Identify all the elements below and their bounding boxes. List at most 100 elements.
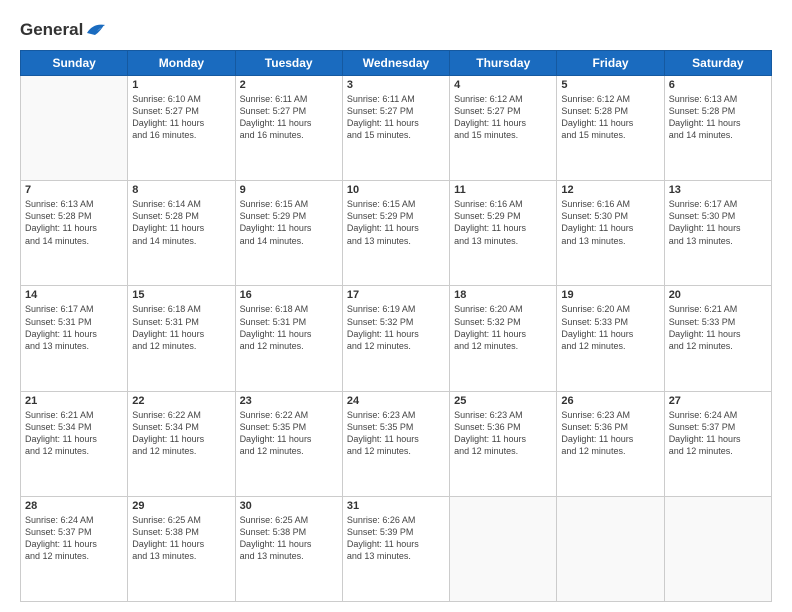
- calendar-cell: [21, 76, 128, 181]
- cell-info: Sunrise: 6:11 AMSunset: 5:27 PMDaylight:…: [347, 93, 445, 142]
- day-number: 16: [240, 289, 338, 301]
- calendar-cell: 5Sunrise: 6:12 AMSunset: 5:28 PMDaylight…: [557, 76, 664, 181]
- cell-info: Sunrise: 6:22 AMSunset: 5:35 PMDaylight:…: [240, 409, 338, 458]
- cell-info: Sunrise: 6:25 AMSunset: 5:38 PMDaylight:…: [132, 514, 230, 563]
- day-header-wednesday: Wednesday: [342, 51, 449, 76]
- calendar-cell: 16Sunrise: 6:18 AMSunset: 5:31 PMDayligh…: [235, 286, 342, 391]
- calendar-cell: [664, 496, 771, 601]
- cell-info: Sunrise: 6:17 AMSunset: 5:31 PMDaylight:…: [25, 303, 123, 352]
- calendar-cell: 3 Sunrise: 6:11 AMSunset: 5:27 PMDaylight…: [342, 76, 449, 181]
- cell-info: Sunrise: 6:11 AMSunset: 5:27 PMDaylight:…: [240, 93, 338, 142]
- calendar-table: SundayMondayTuesdayWednesdayThursdayFrid…: [20, 50, 772, 602]
- day-number: 19: [561, 289, 659, 301]
- day-number: 1: [132, 79, 230, 91]
- calendar-cell: 12 Sunrise: 6:16 AMSunset: 5:30 PMDayligh…: [557, 181, 664, 286]
- cell-info: Sunrise: 6:15 AMSunset: 5:29 PMDaylight:…: [240, 198, 338, 247]
- day-number: 20: [669, 289, 767, 301]
- day-number: 31: [347, 500, 445, 512]
- cell-info: Sunrise: 6:26 AMSunset: 5:39 PMDaylight:…: [347, 514, 445, 563]
- day-number: 8: [132, 184, 230, 196]
- calendar-cell: 23Sunrise: 6:22 AMSunset: 5:35 PMDayligh…: [235, 391, 342, 496]
- day-number: 12: [561, 184, 659, 196]
- cell-info: Sunrise: 6:24 AMSunset: 5:37 PMDaylight:…: [25, 514, 123, 563]
- day-number: 17: [347, 289, 445, 301]
- cell-info: Sunrise: 6:17 AMSunset: 5:30 PMDaylight:…: [669, 198, 767, 247]
- calendar-cell: 4 Sunrise: 6:12 AMSunset: 5:27 PMDaylight…: [450, 76, 557, 181]
- cell-info: Sunrise: 6:20 AMSunset: 5:33 PMDaylight:…: [561, 303, 659, 352]
- cell-info: Sunrise: 6:16 AMSunset: 5:29 PMDaylight:…: [454, 198, 552, 247]
- day-number: 11: [454, 184, 552, 196]
- cell-info: Sunrise: 6:25 AMSunset: 5:38 PMDaylight:…: [240, 514, 338, 563]
- calendar-body: 1 Sunrise: 6:10 AMSunset: 5:27 PMDaylight…: [21, 76, 772, 602]
- calendar-cell: 15 Sunrise: 6:18 AMSunset: 5:31 PMDayligh…: [128, 286, 235, 391]
- day-number: 25: [454, 395, 552, 407]
- day-header-saturday: Saturday: [664, 51, 771, 76]
- calendar-week-row: 28 Sunrise: 6:24 AMSunset: 5:37 PMDayligh…: [21, 496, 772, 601]
- day-header-friday: Friday: [557, 51, 664, 76]
- day-number: 28: [25, 500, 123, 512]
- calendar-cell: 19 Sunrise: 6:20 AMSunset: 5:33 PMDayligh…: [557, 286, 664, 391]
- calendar-cell: 30 Sunrise: 6:25 AMSunset: 5:38 PMDayligh…: [235, 496, 342, 601]
- calendar-cell: [450, 496, 557, 601]
- calendar-cell: 11 Sunrise: 6:16 AMSunset: 5:29 PMDayligh…: [450, 181, 557, 286]
- cell-info: Sunrise: 6:23 AMSunset: 5:36 PMDaylight:…: [561, 409, 659, 458]
- cell-info: Sunrise: 6:13 AMSunset: 5:28 PMDaylight:…: [669, 93, 767, 142]
- logo: General: [20, 20, 107, 40]
- day-number: 7: [25, 184, 123, 196]
- day-number: 2: [240, 79, 338, 91]
- day-number: 24: [347, 395, 445, 407]
- day-number: 10: [347, 184, 445, 196]
- calendar-cell: 17 Sunrise: 6:19 AMSunset: 5:32 PMDayligh…: [342, 286, 449, 391]
- day-number: 9: [240, 184, 338, 196]
- day-number: 13: [669, 184, 767, 196]
- header: General: [20, 20, 772, 40]
- cell-info: Sunrise: 6:12 AMSunset: 5:28 PMDaylight:…: [561, 93, 659, 142]
- calendar-cell: 29 Sunrise: 6:25 AMSunset: 5:38 PMDayligh…: [128, 496, 235, 601]
- calendar-cell: 28 Sunrise: 6:24 AMSunset: 5:37 PMDayligh…: [21, 496, 128, 601]
- day-number: 3: [347, 79, 445, 91]
- calendar-week-row: 21 Sunrise: 6:21 AMSunset: 5:34 PMDayligh…: [21, 391, 772, 496]
- calendar-cell: 31 Sunrise: 6:26 AMSunset: 5:39 PMDayligh…: [342, 496, 449, 601]
- calendar-cell: 8Sunrise: 6:14 AMSunset: 5:28 PMDaylight…: [128, 181, 235, 286]
- calendar-cell: 2 Sunrise: 6:11 AMSunset: 5:27 PMDaylight…: [235, 76, 342, 181]
- calendar-cell: 10 Sunrise: 6:15 AMSunset: 5:29 PMDayligh…: [342, 181, 449, 286]
- day-number: 15: [132, 289, 230, 301]
- calendar-cell: 7Sunrise: 6:13 AMSunset: 5:28 PMDaylight…: [21, 181, 128, 286]
- calendar-cell: 22 Sunrise: 6:22 AMSunset: 5:34 PMDayligh…: [128, 391, 235, 496]
- day-number: 18: [454, 289, 552, 301]
- logo-bird-icon: [85, 21, 107, 39]
- cell-info: Sunrise: 6:23 AMSunset: 5:35 PMDaylight:…: [347, 409, 445, 458]
- cell-info: Sunrise: 6:21 AMSunset: 5:33 PMDaylight:…: [669, 303, 767, 352]
- cell-info: Sunrise: 6:19 AMSunset: 5:32 PMDaylight:…: [347, 303, 445, 352]
- cell-info: Sunrise: 6:15 AMSunset: 5:29 PMDaylight:…: [347, 198, 445, 247]
- day-number: 29: [132, 500, 230, 512]
- calendar-cell: [557, 496, 664, 601]
- cell-info: Sunrise: 6:22 AMSunset: 5:34 PMDaylight:…: [132, 409, 230, 458]
- calendar-cell: 14 Sunrise: 6:17 AMSunset: 5:31 PMDayligh…: [21, 286, 128, 391]
- day-number: 22: [132, 395, 230, 407]
- calendar-week-row: 14 Sunrise: 6:17 AMSunset: 5:31 PMDayligh…: [21, 286, 772, 391]
- calendar-cell: 21 Sunrise: 6:21 AMSunset: 5:34 PMDayligh…: [21, 391, 128, 496]
- day-number: 14: [25, 289, 123, 301]
- day-header-tuesday: Tuesday: [235, 51, 342, 76]
- calendar-week-row: 1 Sunrise: 6:10 AMSunset: 5:27 PMDaylight…: [21, 76, 772, 181]
- calendar-cell: 18 Sunrise: 6:20 AMSunset: 5:32 PMDayligh…: [450, 286, 557, 391]
- cell-info: Sunrise: 6:24 AMSunset: 5:37 PMDaylight:…: [669, 409, 767, 458]
- day-number: 4: [454, 79, 552, 91]
- calendar-cell: 20 Sunrise: 6:21 AMSunset: 5:33 PMDayligh…: [664, 286, 771, 391]
- day-number: 27: [669, 395, 767, 407]
- cell-info: Sunrise: 6:23 AMSunset: 5:36 PMDaylight:…: [454, 409, 552, 458]
- cell-info: Sunrise: 6:12 AMSunset: 5:27 PMDaylight:…: [454, 93, 552, 142]
- day-header-thursday: Thursday: [450, 51, 557, 76]
- cell-info: Sunrise: 6:18 AMSunset: 5:31 PMDaylight:…: [132, 303, 230, 352]
- day-number: 21: [25, 395, 123, 407]
- day-header-monday: Monday: [128, 51, 235, 76]
- calendar-cell: 1 Sunrise: 6:10 AMSunset: 5:27 PMDaylight…: [128, 76, 235, 181]
- day-header-sunday: Sunday: [21, 51, 128, 76]
- cell-info: Sunrise: 6:16 AMSunset: 5:30 PMDaylight:…: [561, 198, 659, 247]
- day-number: 30: [240, 500, 338, 512]
- calendar-cell: 26Sunrise: 6:23 AMSunset: 5:36 PMDayligh…: [557, 391, 664, 496]
- cell-info: Sunrise: 6:21 AMSunset: 5:34 PMDaylight:…: [25, 409, 123, 458]
- cell-info: Sunrise: 6:20 AMSunset: 5:32 PMDaylight:…: [454, 303, 552, 352]
- cell-info: Sunrise: 6:10 AMSunset: 5:27 PMDaylight:…: [132, 93, 230, 142]
